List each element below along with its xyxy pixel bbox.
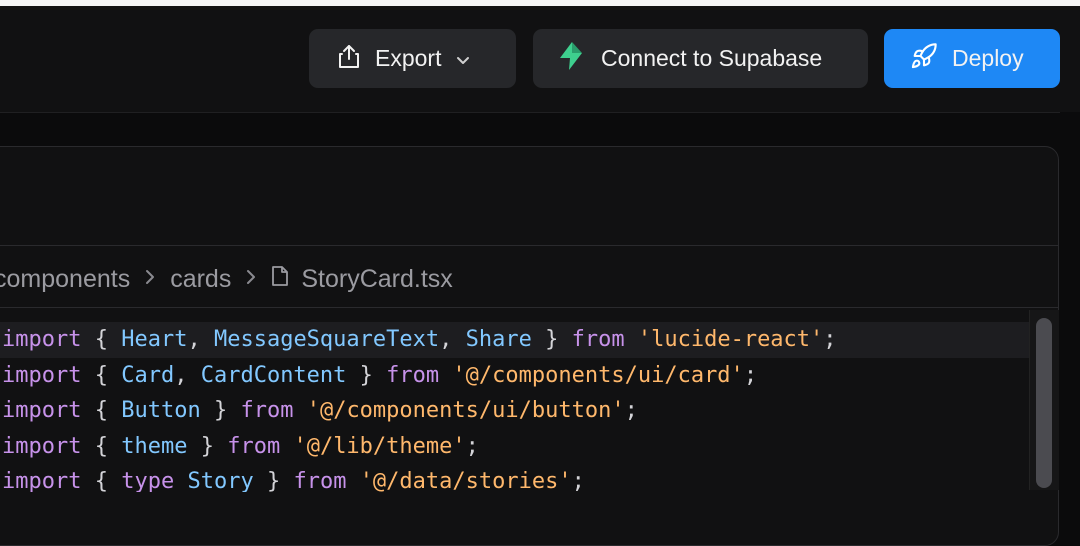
code-token: theme [121,433,188,459]
code-token: ; [743,362,758,388]
connect-supabase-button[interactable]: Connect to Supabase [533,29,868,88]
code-token: 'lucide-react' [637,327,824,352]
code-line[interactable]: import { type Story } from '@/data/stori… [0,464,1030,492]
chevron-down-icon [455,45,471,72]
code-token: Share [465,327,532,352]
code-token: '@/data/stories' [359,469,572,492]
share-upload-icon [337,43,361,75]
code-token: import [2,469,82,492]
code-token: import [2,362,82,388]
code-token: ; [465,433,479,459]
code-token: '@/components/ui/button' [306,398,625,423]
code-token: } [346,362,387,388]
code-token: ; [624,398,638,423]
breadcrumb-item-file[interactable]: StoryCard.tsx [301,265,452,294]
export-label: Export [375,45,442,71]
rocket-icon [910,42,938,76]
code-token: } [187,433,228,459]
code-line[interactable]: import { Button } from '@/components/ui/… [0,393,1030,429]
code-token: '@/lib/theme' [293,433,466,459]
code-token: import [2,398,82,423]
code-token: } [253,469,294,492]
code-token: { [81,433,122,459]
code-token: import [2,327,82,352]
file-icon [271,265,289,294]
code-line[interactable]: import { Card, CardContent } from '@/com… [0,358,1030,394]
supabase-label: Connect to Supabase [601,45,823,71]
breadcrumb-divider [0,307,1058,308]
chevron-right-icon [245,266,257,292]
code-token: type [121,469,175,492]
code-token: ; [823,327,837,352]
panel-header-divider [0,245,1058,246]
code-token: from [571,327,625,352]
code-token: '@/components/ui/card' [452,362,744,388]
right-edge [1060,112,1080,483]
code-token: from [240,398,294,423]
chevron-right-icon [144,266,156,292]
code-token: ; [571,469,585,492]
breadcrumb: components cards StoryCard.tsx [0,262,453,296]
code-token: { [81,398,122,423]
code-token: Story [187,469,254,492]
code-editor[interactable]: import { Heart, MessageSquareText, Share… [0,322,1030,492]
code-token: from [227,433,281,459]
deploy-label: Deploy [952,45,1024,71]
top-toolbar: Export Connect to Supabase Deploy [0,6,1080,113]
code-token: Heart [121,327,188,352]
code-token: { [81,469,122,492]
code-line[interactable]: import { theme } from '@/lib/theme'; [0,429,1030,465]
code-token: } [200,398,241,423]
code-token: import [2,433,82,459]
code-token: CardContent [200,362,347,388]
code-token: from [293,469,347,492]
code-token: , [174,362,201,388]
code-token: MessageSquareText [213,327,440,352]
breadcrumb-item-components[interactable]: components [0,265,130,294]
code-token: { [81,327,122,352]
breadcrumb-item-cards[interactable]: cards [170,265,231,294]
code-token: , [439,327,466,352]
code-token: , [187,327,214,352]
deploy-button[interactable]: Deploy [884,29,1060,88]
code-token: { [81,362,122,388]
code-token: Button [121,398,201,423]
code-token: } [531,327,572,352]
code-token: from [386,362,440,388]
supabase-logo-icon [555,40,587,78]
code-token: Card [121,362,175,388]
code-line[interactable]: import { Heart, MessageSquareText, Share… [0,322,1030,358]
editor-scrollbar-thumb[interactable] [1036,318,1052,488]
export-button[interactable]: Export [309,29,516,88]
